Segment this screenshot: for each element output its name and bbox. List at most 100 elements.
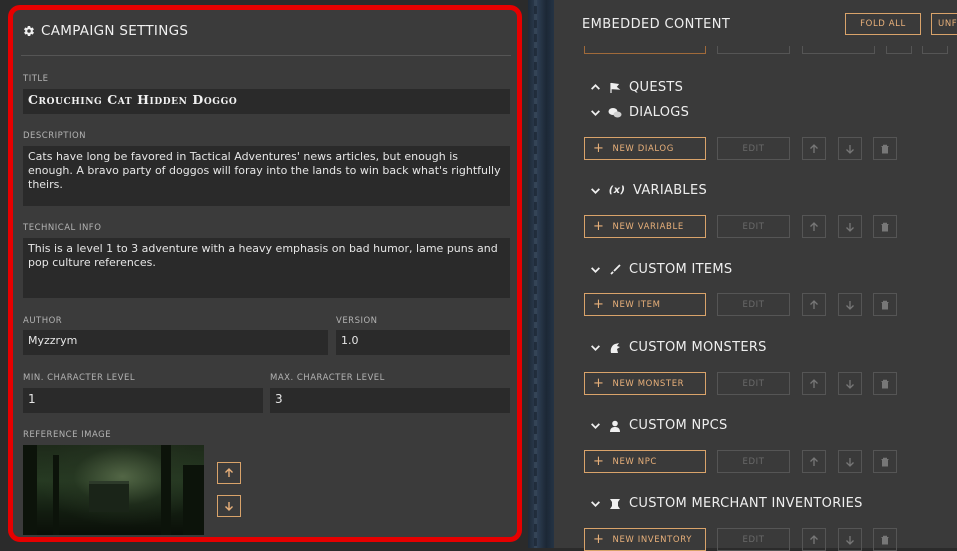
trash-icon (881, 457, 889, 466)
trash-icon (881, 379, 889, 388)
section-title: CUSTOM MERCHANT INVENTORIES (629, 496, 863, 511)
plus-icon: + (593, 531, 605, 547)
plus-icon: + (593, 218, 605, 234)
new-monster-button[interactable]: + NEW MONSTER (584, 372, 706, 395)
delete-button[interactable] (873, 215, 897, 238)
move-image-down-button[interactable] (217, 495, 241, 517)
arrow-up-icon (810, 378, 818, 388)
section-custom-monsters[interactable]: CUSTOM MONSTERS (590, 340, 767, 355)
section-title: CUSTOM ITEMS (629, 262, 733, 277)
chevron-up-icon (591, 84, 600, 90)
chevron-down-icon (591, 188, 600, 194)
move-up-button[interactable] (802, 137, 826, 160)
variable-icon: (x) (608, 185, 626, 196)
arrow-down-icon (846, 144, 854, 154)
fold-all-button[interactable]: FOLD ALL (845, 13, 921, 35)
plus-icon: + (593, 296, 605, 312)
section-title: CUSTOM MONSTERS (629, 340, 767, 355)
unfold-all-button[interactable]: UNF (931, 13, 957, 35)
trash-icon (881, 300, 889, 309)
new-npc-button[interactable]: + NEW NPC (584, 450, 706, 473)
plus-icon: + (593, 140, 605, 156)
section-dialogs[interactable]: DIALOGS (590, 105, 689, 120)
new-dialog-button[interactable]: + NEW DIALOG (584, 137, 706, 160)
move-down-button[interactable] (838, 215, 862, 238)
chevron-down-icon (591, 501, 600, 507)
max-level-label: MAX. CHARACTER LEVEL (270, 373, 385, 383)
scrolled-new-button (584, 46, 706, 54)
delete-button[interactable] (873, 293, 897, 316)
edit-dialog-button[interactable]: EDIT (717, 137, 790, 160)
arrow-up-icon (810, 143, 818, 153)
new-variable-button[interactable]: + NEW VARIABLE (584, 215, 706, 238)
arrow-up-icon (225, 468, 233, 477)
title-input[interactable]: Crouching Cat Hidden Doggo (23, 89, 510, 114)
edit-item-button[interactable]: EDIT (717, 293, 790, 316)
title-label: TITLE (23, 74, 49, 84)
chevron-down-icon (591, 345, 600, 351)
delete-button[interactable] (873, 450, 897, 473)
author-input[interactable]: Myzzrym (23, 330, 328, 355)
trash-icon (881, 222, 889, 231)
arrow-down-icon (846, 535, 854, 545)
section-quests[interactable]: QUESTS (590, 80, 683, 95)
edit-npc-button[interactable]: EDIT (717, 450, 790, 473)
delete-button[interactable] (873, 372, 897, 395)
description-textarea[interactable]: Cats have long be favored in Tactical Ad… (23, 146, 510, 206)
section-title: DIALOGS (629, 105, 690, 120)
arrow-down-icon (846, 457, 854, 467)
move-down-button[interactable] (838, 293, 862, 316)
move-up-button[interactable] (802, 293, 826, 316)
arrow-up-icon (810, 221, 818, 231)
arrow-down-icon (225, 502, 233, 511)
delete-button[interactable] (873, 137, 897, 160)
edit-variable-button[interactable]: EDIT (717, 215, 790, 238)
new-item-button[interactable]: + NEW ITEM (584, 293, 706, 316)
move-down-button[interactable] (838, 450, 862, 473)
section-custom-npcs[interactable]: CUSTOM NPCS (590, 418, 728, 433)
arrow-up-icon (810, 534, 818, 544)
edit-monster-button[interactable]: EDIT (717, 372, 790, 395)
embedded-content-title: EMBEDDED CONTENT (582, 17, 731, 32)
chevron-down-icon (591, 267, 600, 273)
technical-info-label: TECHNICAL INFO (23, 223, 102, 233)
section-title: VARIABLES (633, 183, 708, 198)
trash-icon (881, 535, 889, 544)
embedded-content-panel: EMBEDDED CONTENT FOLD ALL UNF QUESTS DIA… (554, 0, 957, 551)
scrolled-edit-button (717, 46, 790, 54)
move-up-button[interactable] (802, 450, 826, 473)
chevron-down-icon (591, 110, 600, 116)
arrow-down-icon (846, 300, 854, 310)
person-icon (608, 419, 622, 433)
move-down-button[interactable] (838, 372, 862, 395)
arrow-down-icon (846, 222, 854, 232)
gear-icon (24, 25, 34, 36)
scrolled-button (802, 46, 875, 54)
min-level-input[interactable]: 1 (23, 388, 263, 413)
move-up-button[interactable] (802, 215, 826, 238)
section-custom-items[interactable]: CUSTOM ITEMS (590, 262, 732, 277)
scrolled-icon-button (886, 46, 912, 54)
move-up-button[interactable] (802, 372, 826, 395)
inventory-icon (608, 497, 622, 511)
version-input[interactable]: 1.0 (336, 330, 510, 355)
move-down-button[interactable] (838, 137, 862, 160)
section-title: QUESTS (629, 80, 684, 95)
description-label: DESCRIPTION (23, 131, 87, 141)
move-image-up-button[interactable] (217, 462, 241, 484)
version-label: VERSION (336, 316, 378, 326)
trash-icon (881, 144, 889, 153)
section-custom-merchant-inventories[interactable]: CUSTOM MERCHANT INVENTORIES (590, 496, 863, 511)
scrolled-icon-button (922, 46, 948, 54)
arrow-up-icon (810, 299, 818, 309)
section-title: CUSTOM NPCS (629, 418, 728, 433)
arrow-down-icon (846, 379, 854, 389)
technical-info-textarea[interactable]: This is a level 1 to 3 adventure with a … (23, 238, 510, 298)
monster-icon (608, 341, 622, 355)
max-level-input[interactable]: 3 (270, 388, 510, 413)
min-level-label: MIN. CHARACTER LEVEL (23, 373, 136, 383)
sword-icon (608, 263, 622, 277)
section-variables[interactable]: (x) VARIABLES (590, 183, 707, 198)
campaign-settings-title: CAMPAIGN SETTINGS (41, 23, 189, 39)
chevron-down-icon (591, 423, 600, 429)
